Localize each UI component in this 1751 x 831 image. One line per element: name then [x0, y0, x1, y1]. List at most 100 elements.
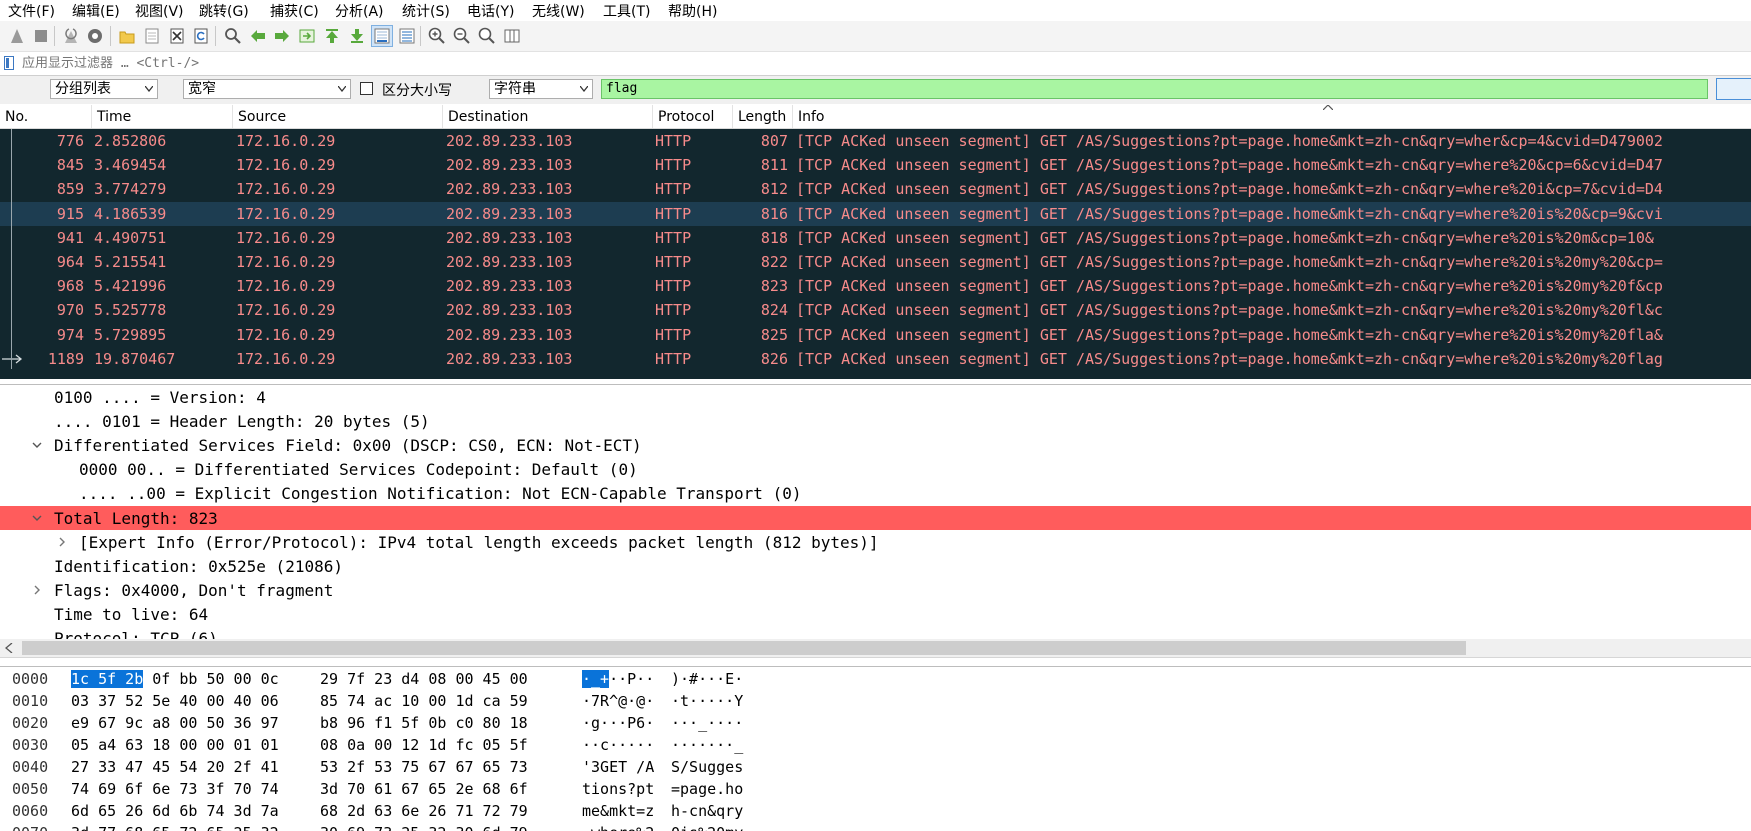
menu-item[interactable]: 统计(S): [402, 1, 450, 21]
go-to-packet-button[interactable]: [296, 25, 318, 47]
chevron-down-icon[interactable]: [32, 440, 42, 450]
bytes-ascii-group[interactable]: h-cn&qry: [671, 802, 743, 820]
open-file-button[interactable]: [116, 25, 138, 47]
zoom-in-button[interactable]: [426, 25, 448, 47]
menu-item[interactable]: 帮助(H): [668, 1, 717, 21]
packet-row[interactable]: 964 5.215541 172.16.0.29 202.89.233.103 HTTP…: [0, 250, 1751, 274]
chevron-down-icon[interactable]: [32, 513, 42, 523]
resize-columns-button[interactable]: [501, 25, 523, 47]
detail-line[interactable]: .... 0101 = Header Length: 20 bytes (5): [0, 409, 1751, 433]
scrollbar-thumb[interactable]: [22, 641, 1466, 655]
bytes-ascii-group[interactable]: ·t·····Y: [671, 692, 743, 710]
bytes-hex-group[interactable]: 27 33 47 45 54 20 2f 41: [71, 758, 279, 776]
packet-row[interactable]: 974 5.729895 172.16.0.29 202.89.233.103 HTTP…: [0, 323, 1751, 347]
column-header-no[interactable]: No.: [0, 105, 92, 128]
detail-line[interactable]: Flags: 0x4000, Don't fragment: [0, 578, 1751, 602]
bytes-hex-group[interactable]: 29 7f 23 d4 08 00 45 00: [320, 670, 528, 688]
column-header-source[interactable]: Source: [233, 105, 443, 128]
go-first-button[interactable]: [321, 25, 343, 47]
bytes-hex-group[interactable]: 03 37 52 5e 40 00 40 06: [71, 692, 279, 710]
zoom-normal-button[interactable]: [476, 25, 498, 47]
find-button[interactable]: [1716, 78, 1751, 100]
save-file-button[interactable]: [141, 25, 163, 47]
packet-row[interactable]: 968 5.421996 172.16.0.29 202.89.233.103 HTTP…: [0, 274, 1751, 298]
detail-line[interactable]: Time to live: 64: [0, 602, 1751, 626]
menu-item[interactable]: 视图(V): [135, 1, 184, 21]
menu-item[interactable]: 编辑(E): [72, 1, 120, 21]
reload-file-button[interactable]: [190, 25, 212, 47]
detail-line[interactable]: 0100 .... = Version: 4: [0, 385, 1751, 409]
menu-item[interactable]: 无线(W): [532, 1, 585, 21]
bytes-hex-group[interactable]: 3d 70 61 67 65 2e 68 6f: [320, 780, 528, 798]
auto-scroll-button[interactable]: [371, 25, 393, 47]
close-file-button[interactable]: [166, 25, 188, 47]
bytes-ascii-group[interactable]: ·7R^@·@·: [582, 692, 654, 710]
column-header-destination[interactable]: Destination: [443, 105, 653, 128]
bytes-ascii-group[interactable]: )·#···E·: [671, 670, 743, 688]
go-last-button[interactable]: [346, 25, 368, 47]
detail-line[interactable]: Differentiated Services Field: 0x00 (DSC…: [0, 433, 1751, 457]
menu-item[interactable]: 分析(A): [335, 1, 384, 21]
bytes-ascii-group[interactable]: ··c·····: [582, 736, 654, 754]
case-sensitive-checkbox[interactable]: [360, 82, 373, 95]
detail-line[interactable]: .... ..00 = Explicit Congestion Notifica…: [0, 481, 1751, 505]
chevron-right-icon[interactable]: [57, 537, 67, 547]
stop-capture-button[interactable]: [30, 25, 52, 47]
packet-row[interactable]: 1189 19.870467 172.16.0.29 202.89.233.103 HT…: [0, 347, 1751, 371]
search-type-select[interactable]: 字符串: [489, 79, 593, 99]
column-header-length[interactable]: Length: [733, 105, 793, 128]
menu-item[interactable]: 文件(F): [8, 1, 55, 21]
detail-line-error[interactable]: Total Length: 823: [0, 505, 1751, 530]
menu-item[interactable]: 电话(Y): [467, 1, 514, 21]
chevron-right-icon[interactable]: [32, 585, 42, 595]
detail-line[interactable]: Identification: 0x525e (21086): [0, 554, 1751, 578]
go-forward-button[interactable]: [271, 25, 293, 47]
char-width-select[interactable]: 宽窄: [183, 79, 351, 99]
bytes-ascii-group[interactable]: ···_····: [671, 714, 743, 732]
details-horizontal-scrollbar[interactable]: [0, 639, 1751, 658]
bytes-ascii-group[interactable]: ·_+··P··: [582, 670, 654, 688]
column-header-protocol[interactable]: Protocol: [653, 105, 733, 128]
bytes-ascii-group[interactable]: ·······_: [671, 736, 743, 754]
detail-line[interactable]: [Expert Info (Error/Protocol): IPv4 tota…: [0, 530, 1751, 554]
search-in-select[interactable]: 分组列表: [50, 79, 158, 99]
display-filter-input[interactable]: [22, 53, 1742, 73]
find-packet-button[interactable]: [222, 25, 244, 47]
packet-row[interactable]: 941 4.490751 172.16.0.29 202.89.233.103 HTTP…: [0, 226, 1751, 250]
filter-bookmark-icon[interactable]: [4, 56, 14, 70]
start-capture-button[interactable]: [6, 25, 28, 47]
bytes-ascii-group[interactable]: tions?pt: [582, 780, 654, 798]
packet-row[interactable]: 970 5.525778 172.16.0.29 202.89.233.103 HTTP…: [0, 298, 1751, 322]
bytes-hex-group[interactable]: b8 96 f1 5f 0b c0 80 18: [320, 714, 528, 732]
bytes-hex-group[interactable]: 6d 65 26 6d 6b 74 3d 7a: [71, 802, 279, 820]
menu-item[interactable]: 跳转(G): [199, 1, 249, 21]
column-header-info[interactable]: Info: [793, 105, 1751, 128]
detail-line[interactable]: 0000 00.. = Differentiated Services Code…: [0, 457, 1751, 481]
bytes-ascii-group[interactable]: me&mkt=z: [582, 802, 654, 820]
packet-row[interactable]: 859 3.774279 172.16.0.29 202.89.233.103 HTTP…: [0, 177, 1751, 201]
packet-row[interactable]: 845 3.469454 172.16.0.29 202.89.233.103 HTTP…: [0, 153, 1751, 177]
detail-line[interactable]: Protocol: TCP (6): [0, 626, 1751, 640]
bytes-hex-group[interactable]: 08 0a 00 12 1d fc 05 5f: [320, 736, 528, 754]
column-header-time[interactable]: Time: [92, 105, 233, 128]
menu-item[interactable]: 工具(T): [603, 1, 650, 21]
bytes-hex-group[interactable]: 1c 5f 2b 0f bb 50 00 0c: [71, 670, 279, 688]
bytes-ascii-group[interactable]: =page.ho: [671, 780, 743, 798]
scroll-left-icon[interactable]: [5, 643, 13, 653]
packet-row[interactable]: 776 2.852806 172.16.0.29 202.89.233.103 HTTP…: [0, 129, 1751, 153]
colorize-button[interactable]: [396, 25, 418, 47]
bytes-hex-group[interactable]: 74 69 6f 6e 73 3f 70 74: [71, 780, 279, 798]
bytes-ascii-group[interactable]: ·g···P6·: [582, 714, 654, 732]
capture-options-button[interactable]: [84, 25, 106, 47]
bytes-hex-group[interactable]: e9 67 9c a8 00 50 36 97: [71, 714, 279, 732]
find-search-input[interactable]: flag: [601, 79, 1708, 99]
go-back-button[interactable]: [247, 25, 269, 47]
menu-item[interactable]: 捕获(C): [270, 1, 319, 21]
bytes-hex-group[interactable]: 85 74 ac 10 00 1d ca 59: [320, 692, 528, 710]
bytes-ascii-group[interactable]: '3GET /A: [582, 758, 654, 776]
bytes-hex-group[interactable]: 05 a4 63 18 00 00 01 01: [71, 736, 279, 754]
bytes-hex-group[interactable]: 53 2f 53 75 67 67 65 73: [320, 758, 528, 776]
packet-row[interactable]: 915 4.186539 172.16.0.29 202.89.233.103 HTTP…: [0, 201, 1751, 226]
restart-capture-button[interactable]: [60, 25, 82, 47]
zoom-out-button[interactable]: [451, 25, 473, 47]
